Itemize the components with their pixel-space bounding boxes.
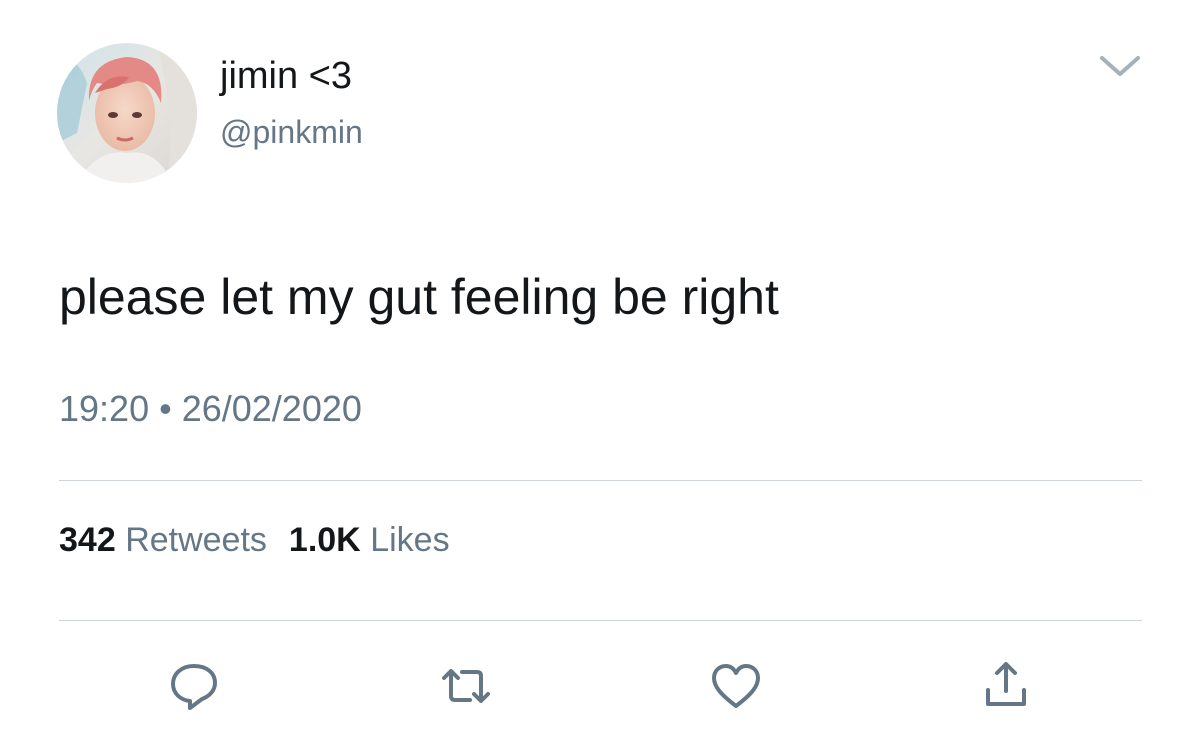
likes-label: Likes: [370, 521, 450, 559]
likes-stat[interactable]: 1.0K Likes: [289, 521, 450, 559]
tweet-text: please let my gut feeling be right: [59, 269, 779, 325]
tweet-time: 19:20: [59, 388, 150, 429]
engagement-stats: 342 Retweets 1.0K Likes: [59, 518, 450, 562]
tweet-timestamp: 19:20 • 26/02/2020: [59, 386, 362, 432]
avatar[interactable]: [57, 43, 197, 183]
retweets-label: Retweets: [125, 521, 267, 559]
user-handle[interactable]: @pinkmin: [220, 112, 363, 152]
avatar-image: [57, 43, 197, 183]
retweets-stat[interactable]: 342 Retweets: [59, 521, 267, 559]
like-button[interactable]: [706, 656, 766, 716]
retweet-button[interactable]: [436, 656, 496, 716]
heart-icon: [712, 664, 760, 708]
reply-icon: [171, 664, 217, 710]
chevron-down-icon[interactable]: [1094, 46, 1146, 86]
divider: [59, 620, 1142, 621]
likes-count: 1.0K: [288, 521, 361, 559]
retweet-icon: [442, 669, 490, 703]
tweet-card: jimin <3 @pinkmin please let my gut feel…: [0, 0, 1200, 750]
meta-separator: •: [159, 388, 172, 429]
reply-button[interactable]: [164, 656, 224, 716]
share-button[interactable]: [976, 656, 1036, 716]
tweet-date: 26/02/2020: [181, 388, 362, 429]
divider: [59, 480, 1142, 481]
display-name[interactable]: jimin <3: [220, 53, 352, 99]
retweets-count: 342: [59, 521, 116, 559]
share-icon: [986, 662, 1026, 706]
